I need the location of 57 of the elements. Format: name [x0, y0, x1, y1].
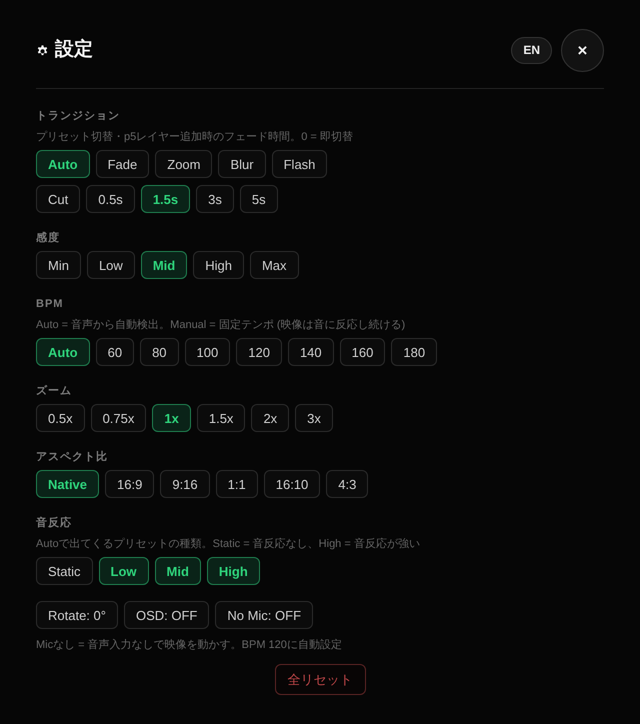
option-button[interactable]: Fade	[96, 150, 150, 178]
section-label: BPM	[36, 297, 64, 311]
option-button[interactable]: 1.5x	[196, 404, 246, 432]
option-button[interactable]: Native	[36, 470, 100, 498]
section-description: Autoで出てくるプリセットの種類。Static = 音反応なし、High = 音反応が強い	[36, 536, 421, 552]
option-button[interactable]: Low	[98, 557, 149, 585]
option-button[interactable]: 0.5s	[86, 185, 135, 213]
toggle-button[interactable]: OSD: OFF	[124, 601, 210, 629]
option-button[interactable]: Flash	[272, 150, 328, 178]
option-button[interactable]: 100	[184, 338, 230, 366]
option-button[interactable]: Mid	[140, 251, 188, 279]
option-button[interactable]: Static	[36, 557, 93, 585]
close-button[interactable]: ×	[561, 28, 604, 72]
option-button[interactable]: Min	[36, 251, 81, 279]
option-button[interactable]: Auto	[36, 150, 90, 178]
option-button[interactable]: 180	[391, 338, 438, 366]
option-button[interactable]: 4:3	[326, 470, 368, 498]
option-button[interactable]: High	[193, 251, 244, 279]
section-label: アスペクト比	[36, 450, 109, 464]
option-button[interactable]: Max	[250, 251, 299, 279]
option-button[interactable]: 5s	[240, 185, 278, 213]
language-button[interactable]: EN	[511, 36, 552, 64]
option-button[interactable]: 0.75x	[90, 404, 146, 432]
section-description: Auto = 音声から自動検出。Manual = 固定テンポ (映像は音に反応し続ける)	[36, 318, 406, 333]
option-button[interactable]: 3s	[196, 185, 234, 213]
option-button[interactable]: 1:1	[216, 470, 258, 498]
option-button[interactable]: Cut	[36, 185, 80, 213]
section-label: 感度	[36, 231, 61, 245]
mic-note: Micなし = 音声入力なしで映像を動かす。BPM 120に自動設定	[36, 638, 343, 653]
option-button[interactable]: 9:16	[160, 470, 210, 498]
option-button[interactable]: Mid	[154, 557, 201, 585]
option-button[interactable]: 0.5x	[36, 404, 85, 432]
option-button[interactable]: 80	[140, 338, 179, 366]
option-button[interactable]: Blur	[218, 150, 266, 178]
section-label: トランジション	[36, 109, 121, 123]
option-button[interactable]: 120	[236, 338, 282, 366]
option-button[interactable]: Auto	[36, 338, 90, 366]
option-button[interactable]: 2x	[251, 404, 290, 432]
option-button[interactable]: 16:10	[264, 470, 320, 498]
section-label: 音反応	[36, 516, 73, 530]
option-button[interactable]: 140	[288, 338, 334, 366]
option-button[interactable]: 1x	[152, 404, 191, 432]
toggle-button[interactable]: Rotate: 0°	[36, 601, 118, 629]
option-button[interactable]: Low	[86, 251, 135, 279]
option-button[interactable]: 1.5s	[140, 185, 190, 213]
option-button[interactable]: 16:9	[105, 470, 154, 498]
settings-title: 設定	[55, 38, 93, 62]
section-description: プリセット切替・p5レイヤー追加時のフェード時間。0 = 即切替	[36, 130, 354, 145]
option-button[interactable]: 3x	[295, 404, 333, 432]
option-button[interactable]: 160	[340, 338, 386, 366]
section-label: ズーム	[36, 384, 73, 398]
settings-icon	[36, 44, 49, 56]
option-button[interactable]: 60	[96, 338, 134, 366]
reset-button[interactable]: 全リセット	[274, 664, 366, 695]
option-button[interactable]: Zoom	[155, 150, 212, 178]
toggle-button[interactable]: No Mic: OFF	[215, 601, 314, 629]
option-button[interactable]: High	[206, 557, 260, 585]
